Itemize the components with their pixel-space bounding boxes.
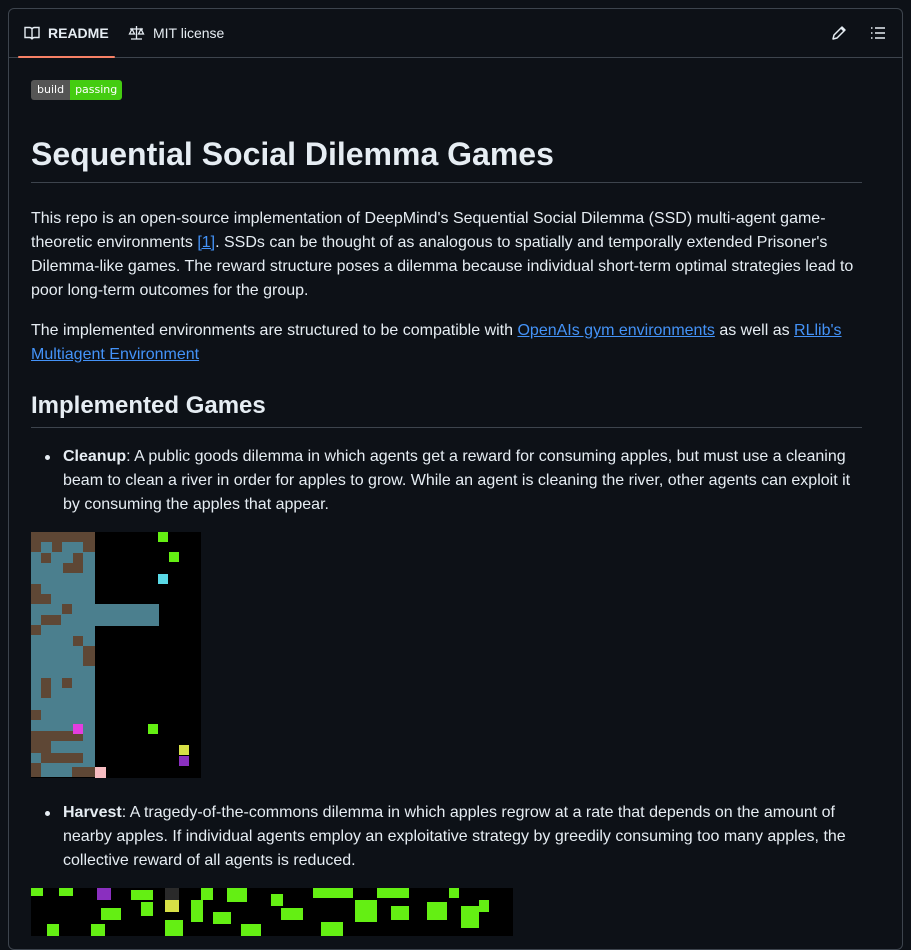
cleanup-game-image xyxy=(31,532,201,778)
game-description: : A tragedy-of-the-commons dilemma in wh… xyxy=(63,804,846,869)
compat-text-1: The implemented environments are structu… xyxy=(31,322,518,339)
reference-link[interactable]: [1] xyxy=(197,234,215,251)
page-title: Sequential Social Dilemma Games xyxy=(31,132,862,183)
game-name: Harvest xyxy=(63,804,122,821)
gym-link[interactable]: OpenAIs gym environments xyxy=(517,322,714,339)
badge-label: build xyxy=(31,80,71,100)
pencil-icon[interactable] xyxy=(830,24,848,42)
tab-license-label: MIT license xyxy=(153,25,225,41)
tab-readme[interactable]: README xyxy=(18,9,115,58)
intro-paragraph: This repo is an open-source implementati… xyxy=(31,207,862,303)
tab-license[interactable]: MIT license xyxy=(128,9,224,57)
book-icon xyxy=(24,26,40,41)
list-icon[interactable] xyxy=(869,24,887,42)
harvest-game-image xyxy=(31,888,513,936)
section-title: Implemented Games xyxy=(31,389,862,428)
scale-icon xyxy=(128,26,145,40)
build-badge[interactable]: build passing xyxy=(31,80,123,100)
readme-tabbar: README MIT license xyxy=(9,9,902,58)
badge-status: passing xyxy=(70,80,123,100)
compat-paragraph: The implemented environments are structu… xyxy=(31,319,862,367)
game-name: Cleanup xyxy=(63,448,127,465)
list-item-harvest: Harvest: A tragedy-of-the-commons dilemm… xyxy=(45,801,862,873)
bullet xyxy=(45,811,50,816)
list-item-cleanup: Cleanup: A public goods dilemma in which… xyxy=(45,445,862,517)
tab-readme-label: README xyxy=(48,25,109,41)
compat-text-2: as well as xyxy=(714,322,795,339)
bullet xyxy=(45,455,50,460)
game-description: : A public goods dilemma in which agents… xyxy=(63,448,851,513)
